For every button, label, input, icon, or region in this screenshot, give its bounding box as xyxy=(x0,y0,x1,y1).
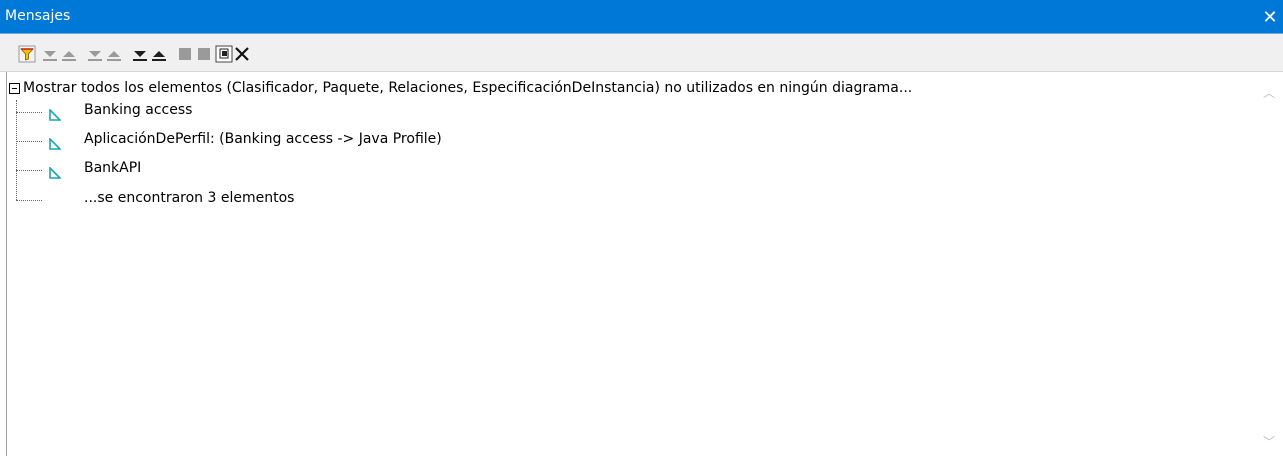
root-message-text: Mostrar todos los elementos (Clasificado… xyxy=(23,80,913,96)
tree-connector-line xyxy=(16,100,17,200)
scroll-down-arrow[interactable]: ﹀ xyxy=(1263,436,1275,448)
previous-message-icon xyxy=(62,51,76,61)
copy-all-button[interactable] xyxy=(195,45,213,63)
previous-message-button[interactable] xyxy=(60,45,78,63)
next-error-button[interactable] xyxy=(86,45,104,63)
previous-warning-icon xyxy=(152,51,166,61)
uml-element-icon xyxy=(49,167,61,179)
tree-branch-line xyxy=(16,200,42,201)
window-title: Mensajes xyxy=(5,8,71,24)
previous-warning-button[interactable] xyxy=(150,45,168,63)
close-button[interactable]: ✕ xyxy=(1257,0,1283,34)
collapse-icon[interactable] xyxy=(9,82,20,94)
scroll-up-arrow[interactable]: ︿ xyxy=(1263,87,1275,99)
clear-button[interactable] xyxy=(233,45,251,63)
message-item-label: AplicaciónDePerfil: (Banking access -> J… xyxy=(84,131,442,147)
previous-error-button[interactable] xyxy=(105,45,123,63)
copy-all-icon xyxy=(198,48,210,60)
message-item-label: BankAPI xyxy=(84,160,142,176)
next-message-icon xyxy=(43,51,57,61)
next-error-icon xyxy=(88,51,102,61)
previous-error-icon xyxy=(107,51,121,61)
messages-window: Mensajes ✕ Mostrar todos los elementos (… xyxy=(0,0,1283,456)
filter-button[interactable] xyxy=(18,45,36,63)
tree-branch-line xyxy=(16,170,42,171)
summary-text: ...se encontraron 3 elementos xyxy=(84,190,295,206)
filter-icon xyxy=(18,45,36,63)
copy-icon xyxy=(179,48,191,60)
next-warning-icon xyxy=(133,51,147,61)
message-item-label: Banking access xyxy=(84,102,193,118)
find-button[interactable] xyxy=(215,45,233,63)
uml-element-icon xyxy=(49,138,61,150)
root-message[interactable]: Mostrar todos los elementos (Clasificado… xyxy=(9,79,912,97)
title-bar: Mensajes ✕ xyxy=(0,0,1283,34)
clear-icon xyxy=(235,47,249,61)
next-warning-button[interactable] xyxy=(131,45,149,63)
uml-element-icon xyxy=(49,109,61,121)
find-icon xyxy=(215,45,233,63)
tree-branch-line xyxy=(16,141,42,142)
tree-branch-line xyxy=(16,112,42,113)
next-message-button[interactable] xyxy=(41,45,59,63)
copy-button[interactable] xyxy=(176,45,194,63)
messages-panel: Mostrar todos los elementos (Clasificado… xyxy=(6,72,1283,456)
